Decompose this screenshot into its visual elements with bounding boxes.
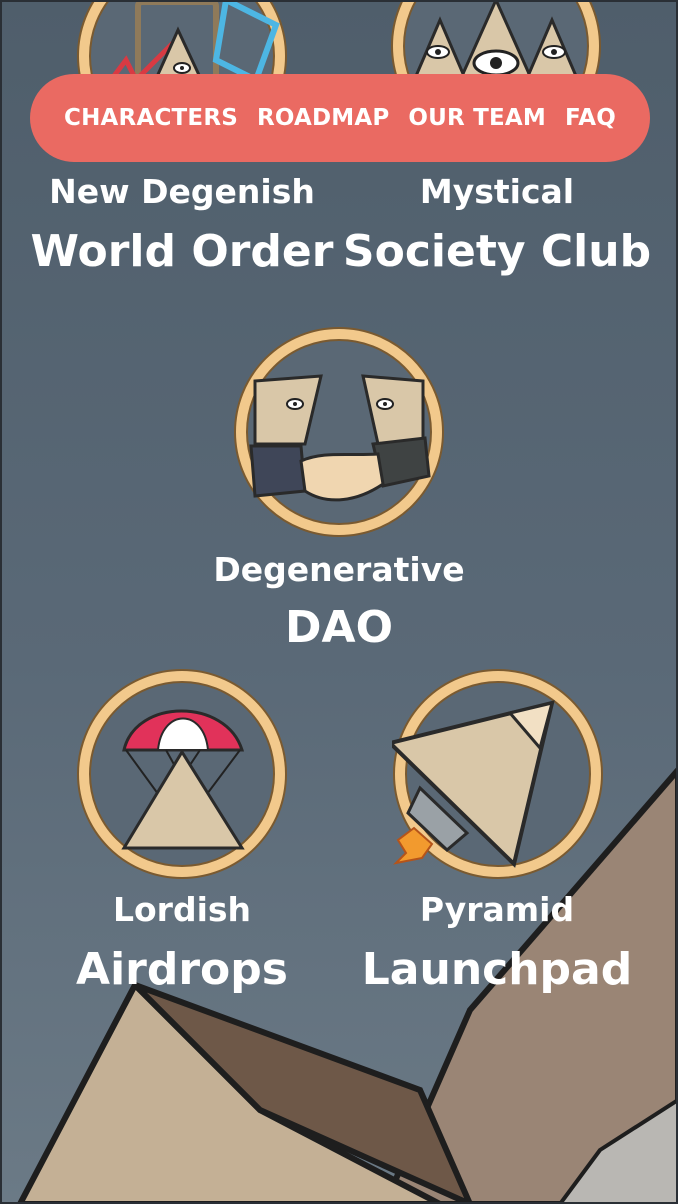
rocket-pyramid-icon <box>392 669 603 879</box>
society-club-subtitle: Mystical <box>419 172 575 211</box>
launchpad-title: Launchpad <box>361 944 633 995</box>
parachute-pyramid-icon <box>77 669 287 879</box>
nav-our-team-link[interactable]: OUR TEAM <box>408 105 546 131</box>
main-navigation: CHARACTERS ROADMAP OUR TEAM FAQ <box>30 74 650 162</box>
launchpad-medallion <box>392 668 604 880</box>
nav-faq-link[interactable]: FAQ <box>565 105 616 131</box>
dao-medallion <box>233 326 445 538</box>
airdrops-subtitle: Lordish <box>112 890 252 929</box>
dao-title: DAO <box>285 602 393 653</box>
airdrops-medallion <box>76 668 288 880</box>
launchpad-subtitle: Pyramid <box>419 890 575 929</box>
handshake-icon <box>234 327 444 537</box>
world-order-title: World Order <box>30 226 334 277</box>
nav-roadmap-link[interactable]: ROADMAP <box>257 105 389 131</box>
society-club-title: Society Club <box>342 226 652 277</box>
dao-subtitle: Degenerative <box>213 550 465 589</box>
world-order-subtitle: New Degenish <box>49 172 315 211</box>
nav-characters-link[interactable]: CHARACTERS <box>64 105 238 131</box>
airdrops-title: Airdrops <box>76 944 288 995</box>
